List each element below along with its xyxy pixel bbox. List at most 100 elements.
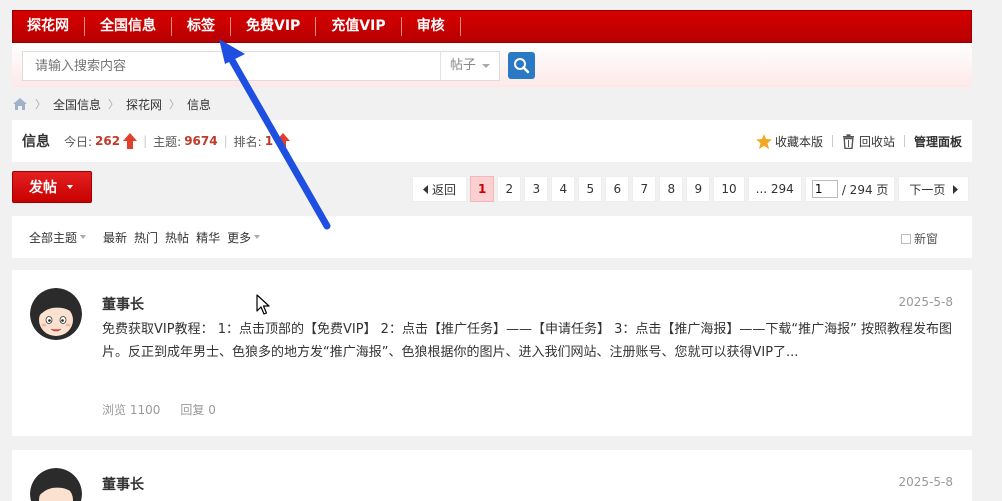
pagination-total: / 294 页: [841, 182, 889, 197]
page-number-input[interactable]: [811, 180, 838, 198]
breadcrumb-separator: 〉: [35, 98, 46, 111]
divider: [903, 135, 905, 147]
pagination-page[interactable]: 2: [497, 176, 522, 202]
search-type-select[interactable]: 帖子: [440, 52, 500, 80]
topics-label: 主题:: [153, 134, 182, 149]
thread-views: 浏览 1100: [102, 401, 160, 418]
pagination: 返回 1 2 3 4 5 6 7 8 9 10 ... 294 / 294 页 …: [412, 176, 970, 202]
thread-author[interactable]: 董事长: [102, 294, 144, 314]
new-window-checkbox[interactable]: [900, 233, 911, 244]
search-bar: 帖子: [12, 43, 972, 87]
thread-date: 2025-5-8: [898, 475, 953, 489]
divider: |: [143, 134, 148, 148]
pagination-page[interactable]: 3: [524, 176, 549, 202]
pagination-page[interactable]: 9: [686, 176, 711, 202]
home-icon[interactable]: [12, 97, 28, 111]
thread-item: 董事长 2025-5-8: [12, 450, 972, 501]
new-post-button[interactable]: 发帖: [12, 171, 92, 203]
views-count: 1100: [129, 403, 161, 417]
recycle-bin-button[interactable]: 回收站: [842, 133, 895, 150]
replies-count: 0: [208, 403, 216, 417]
filter-label: 全部主题: [29, 230, 78, 245]
filter-all-threads[interactable]: 全部主题: [29, 229, 87, 246]
thread-date: 2025-5-8: [898, 295, 953, 309]
filter-more[interactable]: 更多: [227, 229, 261, 246]
breadcrumb: 〉 全国信息 〉 探花网 〉 信息: [12, 95, 211, 113]
thread-replies: 回复 0: [180, 401, 215, 418]
thread-item: 董事长 2025-5-8 免费获取VIP教程： 1：点击顶部的【免费VIP】 2…: [12, 270, 972, 436]
topics-count: 9674: [184, 134, 218, 148]
nav-item-home[interactable]: 探花网: [13, 17, 85, 36]
views-label: 浏览: [102, 403, 127, 417]
manage-panel-button[interactable]: 管理面板: [914, 133, 962, 150]
pagination-page[interactable]: 5: [578, 176, 603, 202]
thread-author[interactable]: 董事长: [102, 474, 144, 494]
filter-digest[interactable]: 精华: [196, 229, 220, 246]
breadcrumb-item[interactable]: 全国信息: [53, 96, 101, 113]
thread-filter-bar: 全部主题 最新 热门 热帖 精华 更多 新窗: [12, 216, 972, 258]
breadcrumb-item-current: 信息: [187, 97, 212, 112]
filter-popular[interactable]: 热门: [134, 229, 158, 246]
trash-icon: [842, 133, 854, 149]
search-input[interactable]: [23, 52, 440, 80]
chevron-down-icon: [482, 64, 490, 68]
pagination-page[interactable]: 4: [551, 176, 576, 202]
avatar[interactable]: [30, 468, 82, 501]
search-button[interactable]: [508, 52, 535, 79]
recycle-bin-label: 回收站: [858, 134, 895, 149]
breadcrumb-item[interactable]: 探花网: [126, 96, 162, 113]
filter-latest[interactable]: 最新: [103, 229, 127, 246]
arrow-up-icon: [123, 133, 138, 149]
avatar-cartoon-icon: [30, 468, 82, 501]
replies-label: 回复: [180, 403, 205, 417]
filter-hot[interactable]: 热帖: [165, 229, 189, 246]
forum-actions: 收藏本版 回收站 管理面板: [755, 120, 962, 162]
chevron-down-icon: [254, 235, 261, 239]
forum-stats: 今日: 262 | 主题: 9674 | 排名: 1: [64, 133, 291, 150]
breadcrumb-separator: 〉: [108, 98, 120, 111]
thread-excerpt[interactable]: 免费获取VIP教程： 1：点击顶部的【免费VIP】 2：点击【推广任务】——【申…: [102, 318, 952, 364]
avatar[interactable]: [30, 288, 82, 340]
pagination-next-label: 下一页: [909, 182, 946, 197]
search-type-label: 帖子: [450, 58, 477, 73]
pagination-next-button[interactable]: 下一页: [898, 176, 970, 202]
star-icon: [755, 133, 772, 149]
arrow-up-icon: [276, 133, 291, 149]
pagination-page[interactable]: 7: [632, 176, 657, 202]
new-window-toggle[interactable]: 新窗: [900, 230, 938, 247]
pagination-page[interactable]: 6: [605, 176, 630, 202]
filter-label: 更多: [227, 230, 252, 245]
nav-item-review[interactable]: 审核: [402, 17, 461, 36]
pagination-page-current[interactable]: 1: [470, 176, 495, 202]
nav-item-national-info[interactable]: 全国信息: [85, 17, 172, 36]
forum-title: 信息: [22, 134, 50, 150]
today-label: 今日:: [64, 134, 93, 149]
chevron-right-icon: [953, 184, 959, 194]
pagination-back-label: 返回: [432, 182, 457, 197]
breadcrumb-separator: 〉: [169, 98, 181, 111]
new-window-label: 新窗: [913, 232, 938, 246]
divider: [831, 135, 833, 147]
nav-item-recharge-vip[interactable]: 充值VIP: [316, 17, 402, 36]
forum-header: 信息 今日: 262 | 主题: 9674 | 排名: 1 收藏本版 回收站 管…: [12, 120, 972, 162]
nav-item-free-vip[interactable]: 免费VIP: [231, 17, 317, 36]
chevron-down-icon: [80, 235, 87, 239]
pagination-page[interactable]: 8: [659, 176, 684, 202]
rank-value: 1: [264, 134, 274, 148]
rank-label: 排名:: [233, 134, 262, 149]
favorite-forum-button[interactable]: 收藏本版: [755, 133, 823, 150]
chevron-down-icon: [67, 185, 73, 189]
nav-item-tags[interactable]: 标签: [172, 17, 231, 36]
pagination-jump: / 294 页: [804, 176, 896, 202]
pagination-back-button[interactable]: 返回: [412, 176, 468, 202]
new-post-label: 发帖: [29, 180, 57, 196]
search-box: 帖子: [22, 51, 500, 81]
search-icon: [514, 58, 530, 74]
today-count: 262: [95, 134, 121, 148]
pagination-page[interactable]: 10: [713, 176, 745, 202]
divider: |: [223, 134, 228, 148]
avatar-cartoon-icon: [30, 288, 82, 340]
pagination-page-last[interactable]: ... 294: [747, 176, 802, 202]
thread-metrics: 浏览 1100 回复 0: [102, 401, 236, 418]
favorite-forum-label: 收藏本版: [774, 134, 823, 149]
